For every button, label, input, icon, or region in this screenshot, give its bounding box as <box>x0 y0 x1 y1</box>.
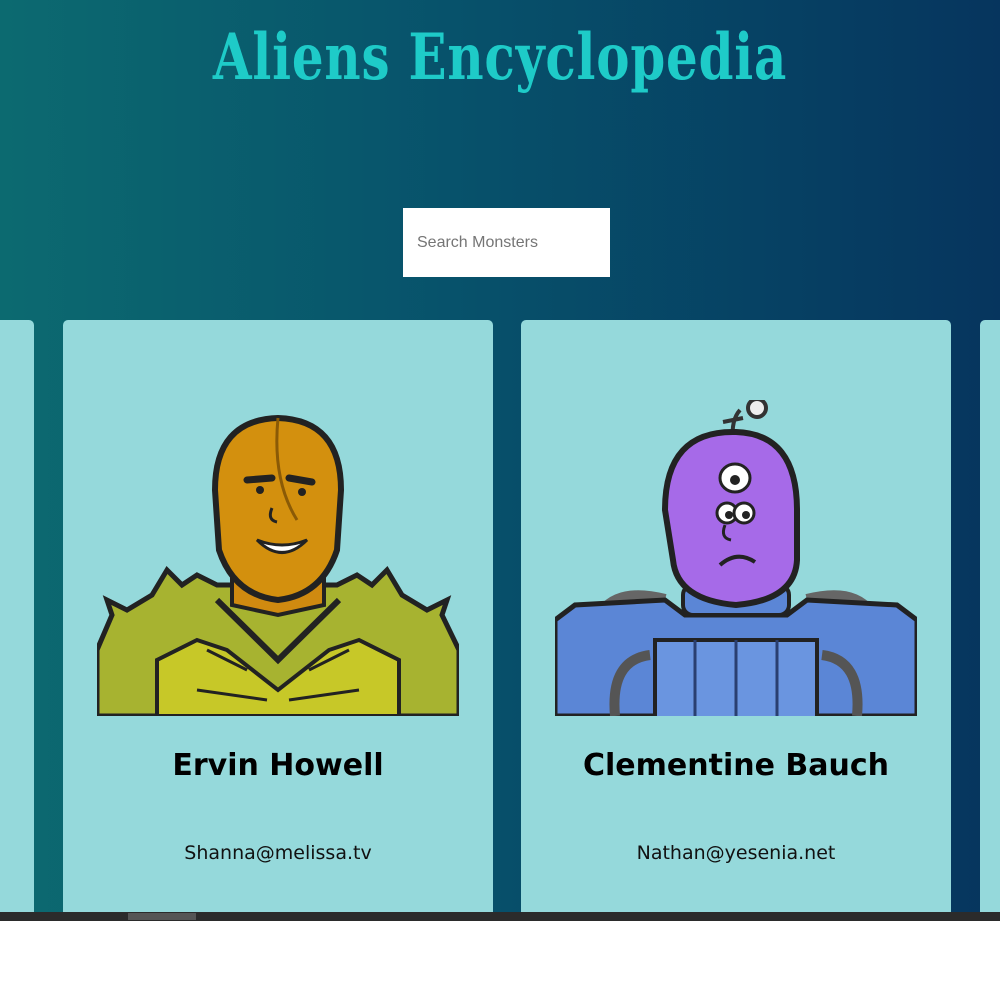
monster-card[interactable]: Ervin Howell Shanna@melissa.tv <box>63 320 493 912</box>
monster-card[interactable]: Clementine Bauch Nathan@yesenia.net <box>521 320 951 912</box>
yellow-armored-alien-icon <box>97 414 459 716</box>
page-title: Aliens Encyclopedia <box>212 20 788 95</box>
monster-name: Ervin Howell <box>172 748 384 783</box>
search-input[interactable] <box>403 208 610 277</box>
horizontal-scrollbar[interactable] <box>0 912 1000 921</box>
card-partial-right[interactable] <box>980 320 1000 912</box>
scrollbar-thumb[interactable] <box>128 913 196 920</box>
monster-email: Nathan@yesenia.net <box>636 842 836 864</box>
purple-robot-alien-icon <box>555 400 917 716</box>
card-partial-left[interactable] <box>0 320 34 912</box>
page-viewport: Aliens Encyclopedia Ervin Howell Shanna@… <box>0 0 1000 912</box>
monster-email: Shanna@melissa.tv <box>184 842 372 864</box>
monster-name: Clementine Bauch <box>583 748 889 783</box>
